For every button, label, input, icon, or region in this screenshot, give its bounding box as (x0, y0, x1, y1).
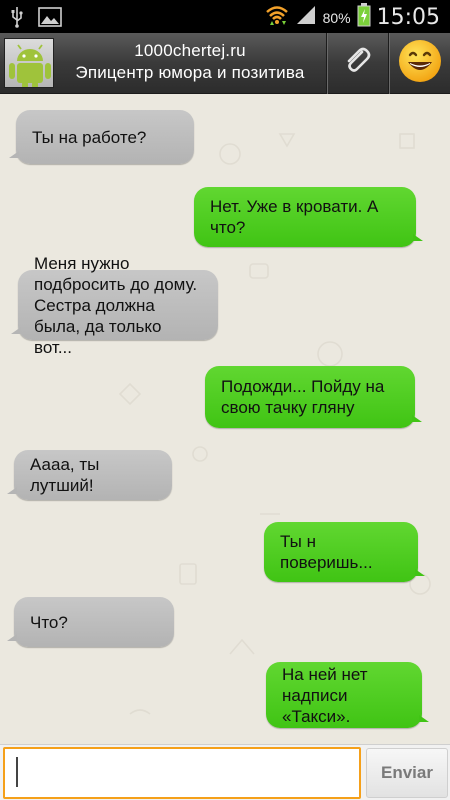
wifi-icon (265, 4, 289, 31)
header-divider (326, 33, 327, 94)
message-outgoing[interactable]: На ней нет надписи «Такси». (266, 662, 429, 728)
message-incoming[interactable]: Что? (7, 597, 174, 647)
usb-icon (10, 6, 24, 33)
chat-subtitle: Эпицентр юмора и позитива (75, 63, 305, 82)
send-button[interactable]: Enviar (366, 748, 448, 798)
battery-charging-icon (357, 3, 371, 32)
message-outgoing[interactable]: Нет. Уже в кровати. А что? (194, 187, 423, 247)
message-incoming[interactable]: Меня нужно подбросить до дому. Сестра до… (11, 254, 218, 357)
message-text: Ты на работе? (32, 127, 147, 147)
smiley-emoji-icon (397, 38, 443, 89)
message-outgoing[interactable]: Ты н поверишь... (264, 522, 425, 582)
composer-bar: Enviar (0, 744, 450, 800)
paperclip-icon (342, 46, 372, 81)
chat-title-area[interactable]: 1000chertej.ru Эпицентр юмора и позитива (60, 41, 320, 83)
emoji-button[interactable] (390, 33, 450, 94)
signal-icon (295, 4, 317, 31)
status-bar: 80% 15:05 (0, 0, 450, 33)
message-text: На ней нет надписи «Такси». (282, 664, 368, 726)
chat-title: 1000chertej.ru (134, 41, 246, 60)
message-text: Подожди... Пойду на свою тачку гляну (221, 377, 385, 417)
message-text: Аааа, ты лутший! (30, 455, 100, 495)
attach-button[interactable] (328, 33, 386, 94)
message-text: Нет. Уже в кровати. А что? (210, 197, 379, 237)
chat-header: 1000chertej.ru Эпицентр юмора и позитива (0, 33, 450, 94)
conversation-area[interactable]: Ты на работе? Нет. Уже в кровати. А что?… (0, 94, 450, 744)
android-icon (5, 44, 53, 87)
message-text: Меня нужно подбросить до дому. Сестра до… (34, 253, 198, 357)
message-incoming[interactable]: Ты на работе? (9, 110, 194, 164)
message-outgoing[interactable]: Подожди... Пойду на свою тачку гляну (205, 366, 422, 428)
message-text: Что? (30, 612, 68, 632)
text-cursor (16, 757, 18, 787)
message-incoming[interactable]: Аааа, ты лутший! (7, 450, 172, 500)
avatar[interactable] (4, 38, 54, 88)
message-text: Ты н поверишь... (280, 532, 373, 572)
image-icon (38, 7, 62, 32)
header-divider (388, 33, 389, 94)
battery-percent: 80% (322, 9, 351, 26)
message-input[interactable] (3, 747, 361, 799)
clock: 15:05 (376, 5, 440, 30)
